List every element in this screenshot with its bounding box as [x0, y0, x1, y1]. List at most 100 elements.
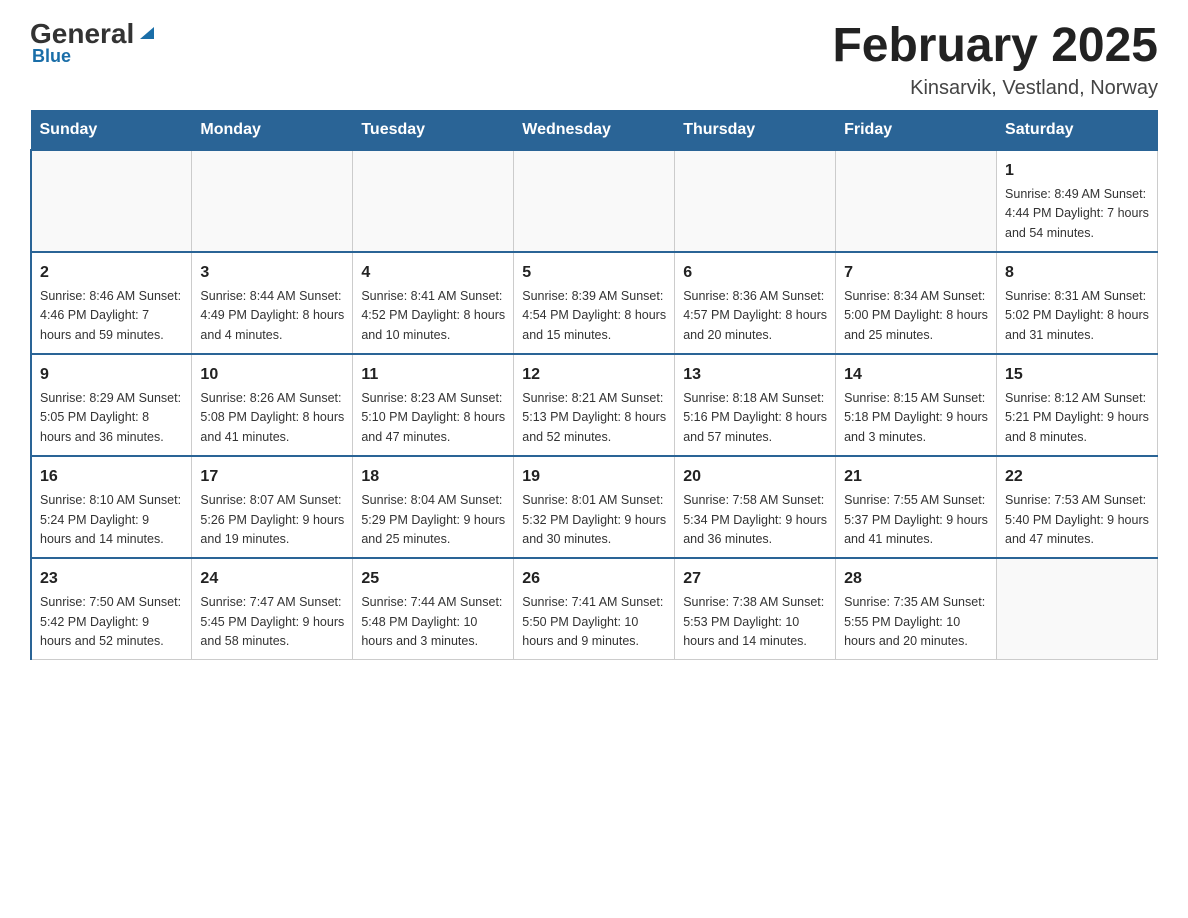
day-number: 12	[522, 363, 666, 387]
table-row: 13Sunrise: 8:18 AM Sunset: 5:16 PM Dayli…	[675, 354, 836, 456]
header-wednesday: Wednesday	[514, 110, 675, 150]
day-info: Sunrise: 8:39 AM Sunset: 4:54 PM Dayligh…	[522, 287, 666, 345]
table-row: 27Sunrise: 7:38 AM Sunset: 5:53 PM Dayli…	[675, 558, 836, 660]
day-info: Sunrise: 8:23 AM Sunset: 5:10 PM Dayligh…	[361, 389, 505, 447]
calendar-week-4: 16Sunrise: 8:10 AM Sunset: 5:24 PM Dayli…	[31, 456, 1158, 558]
day-info: Sunrise: 8:36 AM Sunset: 4:57 PM Dayligh…	[683, 287, 827, 345]
logo-blue: Blue	[32, 46, 71, 67]
day-number: 20	[683, 465, 827, 489]
table-row: 5Sunrise: 8:39 AM Sunset: 4:54 PM Daylig…	[514, 252, 675, 354]
day-number: 14	[844, 363, 988, 387]
day-number: 4	[361, 261, 505, 285]
day-info: Sunrise: 8:49 AM Sunset: 4:44 PM Dayligh…	[1005, 185, 1149, 243]
day-info: Sunrise: 8:34 AM Sunset: 5:00 PM Dayligh…	[844, 287, 988, 345]
table-row: 6Sunrise: 8:36 AM Sunset: 4:57 PM Daylig…	[675, 252, 836, 354]
header-saturday: Saturday	[997, 110, 1158, 150]
header-friday: Friday	[836, 110, 997, 150]
day-number: 3	[200, 261, 344, 285]
day-info: Sunrise: 7:47 AM Sunset: 5:45 PM Dayligh…	[200, 593, 344, 651]
table-row	[31, 150, 192, 252]
table-row	[675, 150, 836, 252]
day-info: Sunrise: 8:41 AM Sunset: 4:52 PM Dayligh…	[361, 287, 505, 345]
calendar-title: February 2025	[832, 20, 1158, 73]
calendar-week-3: 9Sunrise: 8:29 AM Sunset: 5:05 PM Daylig…	[31, 354, 1158, 456]
table-row	[192, 150, 353, 252]
table-row	[353, 150, 514, 252]
logo-general: General	[30, 20, 134, 48]
day-info: Sunrise: 8:12 AM Sunset: 5:21 PM Dayligh…	[1005, 389, 1149, 447]
day-number: 27	[683, 567, 827, 591]
day-number: 17	[200, 465, 344, 489]
day-number: 6	[683, 261, 827, 285]
calendar-week-5: 23Sunrise: 7:50 AM Sunset: 5:42 PM Dayli…	[31, 558, 1158, 660]
calendar-week-2: 2Sunrise: 8:46 AM Sunset: 4:46 PM Daylig…	[31, 252, 1158, 354]
table-row: 20Sunrise: 7:58 AM Sunset: 5:34 PM Dayli…	[675, 456, 836, 558]
logo: General Blue	[30, 20, 158, 67]
table-row: 7Sunrise: 8:34 AM Sunset: 5:00 PM Daylig…	[836, 252, 997, 354]
day-info: Sunrise: 7:58 AM Sunset: 5:34 PM Dayligh…	[683, 491, 827, 549]
table-row: 12Sunrise: 8:21 AM Sunset: 5:13 PM Dayli…	[514, 354, 675, 456]
table-row: 22Sunrise: 7:53 AM Sunset: 5:40 PM Dayli…	[997, 456, 1158, 558]
day-number: 28	[844, 567, 988, 591]
day-number: 7	[844, 261, 988, 285]
table-row: 14Sunrise: 8:15 AM Sunset: 5:18 PM Dayli…	[836, 354, 997, 456]
day-info: Sunrise: 8:21 AM Sunset: 5:13 PM Dayligh…	[522, 389, 666, 447]
page-header: General Blue February 2025 Kinsarvik, Ve…	[30, 20, 1158, 100]
day-number: 16	[40, 465, 183, 489]
header-thursday: Thursday	[675, 110, 836, 150]
day-info: Sunrise: 7:35 AM Sunset: 5:55 PM Dayligh…	[844, 593, 988, 651]
table-row	[514, 150, 675, 252]
day-info: Sunrise: 8:01 AM Sunset: 5:32 PM Dayligh…	[522, 491, 666, 549]
day-info: Sunrise: 7:55 AM Sunset: 5:37 PM Dayligh…	[844, 491, 988, 549]
day-number: 18	[361, 465, 505, 489]
day-info: Sunrise: 7:53 AM Sunset: 5:40 PM Dayligh…	[1005, 491, 1149, 549]
day-number: 19	[522, 465, 666, 489]
day-info: Sunrise: 8:10 AM Sunset: 5:24 PM Dayligh…	[40, 491, 183, 549]
day-info: Sunrise: 8:18 AM Sunset: 5:16 PM Dayligh…	[683, 389, 827, 447]
table-row	[997, 558, 1158, 660]
day-number: 22	[1005, 465, 1149, 489]
day-number: 23	[40, 567, 183, 591]
header-sunday: Sunday	[31, 110, 192, 150]
table-row: 3Sunrise: 8:44 AM Sunset: 4:49 PM Daylig…	[192, 252, 353, 354]
day-number: 25	[361, 567, 505, 591]
table-row: 18Sunrise: 8:04 AM Sunset: 5:29 PM Dayli…	[353, 456, 514, 558]
calendar-subtitle: Kinsarvik, Vestland, Norway	[832, 77, 1158, 100]
table-row: 25Sunrise: 7:44 AM Sunset: 5:48 PM Dayli…	[353, 558, 514, 660]
logo-icon	[136, 21, 158, 43]
day-info: Sunrise: 7:41 AM Sunset: 5:50 PM Dayligh…	[522, 593, 666, 651]
day-number: 2	[40, 261, 183, 285]
calendar-body: 1Sunrise: 8:49 AM Sunset: 4:44 PM Daylig…	[31, 150, 1158, 660]
calendar-week-1: 1Sunrise: 8:49 AM Sunset: 4:44 PM Daylig…	[31, 150, 1158, 252]
day-number: 10	[200, 363, 344, 387]
day-number: 9	[40, 363, 183, 387]
table-row: 26Sunrise: 7:41 AM Sunset: 5:50 PM Dayli…	[514, 558, 675, 660]
table-row: 17Sunrise: 8:07 AM Sunset: 5:26 PM Dayli…	[192, 456, 353, 558]
day-info: Sunrise: 8:46 AM Sunset: 4:46 PM Dayligh…	[40, 287, 183, 345]
table-row: 23Sunrise: 7:50 AM Sunset: 5:42 PM Dayli…	[31, 558, 192, 660]
day-number: 8	[1005, 261, 1149, 285]
day-info: Sunrise: 8:31 AM Sunset: 5:02 PM Dayligh…	[1005, 287, 1149, 345]
day-info: Sunrise: 8:07 AM Sunset: 5:26 PM Dayligh…	[200, 491, 344, 549]
day-info: Sunrise: 8:26 AM Sunset: 5:08 PM Dayligh…	[200, 389, 344, 447]
day-number: 24	[200, 567, 344, 591]
header-tuesday: Tuesday	[353, 110, 514, 150]
table-row	[836, 150, 997, 252]
day-info: Sunrise: 7:44 AM Sunset: 5:48 PM Dayligh…	[361, 593, 505, 651]
day-info: Sunrise: 8:44 AM Sunset: 4:49 PM Dayligh…	[200, 287, 344, 345]
day-number: 21	[844, 465, 988, 489]
table-row: 19Sunrise: 8:01 AM Sunset: 5:32 PM Dayli…	[514, 456, 675, 558]
day-info: Sunrise: 8:04 AM Sunset: 5:29 PM Dayligh…	[361, 491, 505, 549]
table-row: 10Sunrise: 8:26 AM Sunset: 5:08 PM Dayli…	[192, 354, 353, 456]
table-row: 2Sunrise: 8:46 AM Sunset: 4:46 PM Daylig…	[31, 252, 192, 354]
table-row: 24Sunrise: 7:47 AM Sunset: 5:45 PM Dayli…	[192, 558, 353, 660]
table-row: 16Sunrise: 8:10 AM Sunset: 5:24 PM Dayli…	[31, 456, 192, 558]
day-number: 15	[1005, 363, 1149, 387]
day-number: 11	[361, 363, 505, 387]
day-info: Sunrise: 7:38 AM Sunset: 5:53 PM Dayligh…	[683, 593, 827, 651]
table-row: 8Sunrise: 8:31 AM Sunset: 5:02 PM Daylig…	[997, 252, 1158, 354]
day-number: 1	[1005, 159, 1149, 183]
header-monday: Monday	[192, 110, 353, 150]
day-number: 26	[522, 567, 666, 591]
title-block: February 2025 Kinsarvik, Vestland, Norwa…	[832, 20, 1158, 100]
